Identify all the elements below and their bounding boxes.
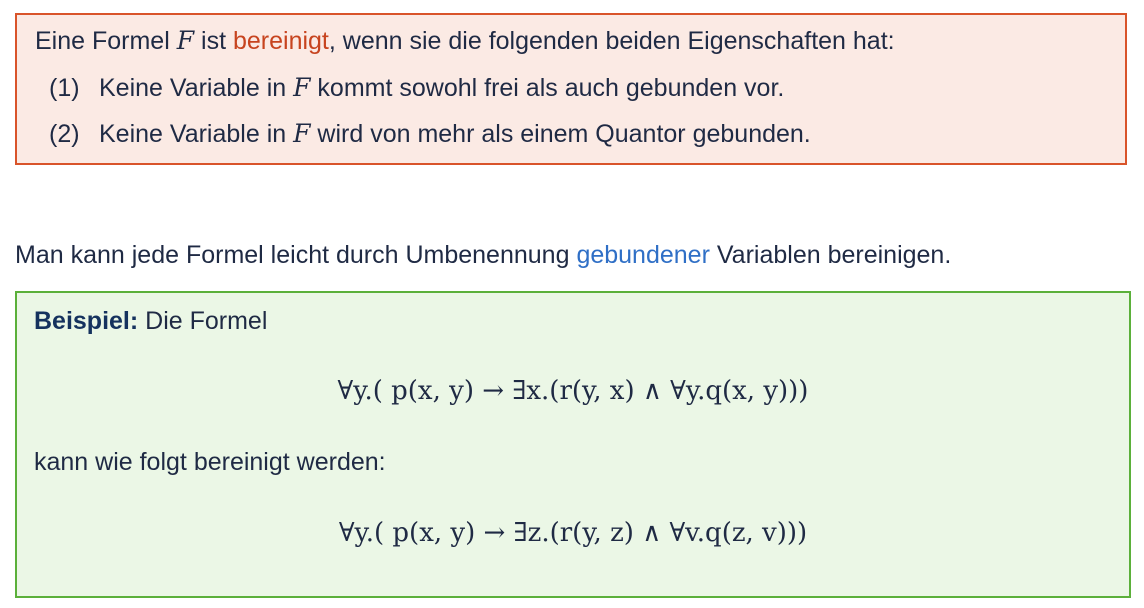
example-box: Beispiel: Die Formel ∀y.( p(x, y) → ∃x.(… [15,291,1131,598]
definition-term: bereinigt [232,27,329,55]
renaming-statement: Man kann jede Formel leicht durch Umbene… [15,240,951,270]
item-text-suffix: wird von mehr als einem Quantor gebunden… [310,120,811,148]
example-middle-text: kann wie folgt bereinigt werden: [34,448,386,476]
item-text-prefix: Keine Variable in [99,120,294,148]
definition-intro-suffix: , wenn sie die folgenden beiden Eigensch… [328,27,895,55]
formula-variable: F [293,73,311,102]
example-label: Beispiel: [34,307,139,335]
definition-item-2: (2) Keine Variable in F wird von mehr als… [49,119,811,149]
definition-intro-prefix: Eine Formel [35,27,177,55]
formula-variable: F [293,119,311,148]
item-number: (2) [49,120,80,148]
item-text-suffix: kommt sowohl frei als auch gebunden vor. [310,74,785,102]
renaming-suffix: Variablen bereinigen. [709,241,952,269]
item-number: (1) [49,74,80,102]
definition-item-1: (1) Keine Variable in F kommt sowohl frei… [49,73,784,103]
formula-cleaned: ∀y.( p(x, y) → ∃z.(r(y, z) ∧ ∀v.q(z, v))… [338,518,808,548]
example-intro: Beispiel: Die Formel [34,306,267,336]
definition-intro: Eine Formel F ist bereinigt, wenn sie di… [35,26,895,56]
definition-box: Eine Formel F ist bereinigt, wenn sie di… [15,13,1127,165]
formula-variable: F [176,26,195,55]
definition-intro-mid: ist [194,27,233,55]
renaming-prefix: Man kann jede Formel leicht durch Umbene… [15,241,577,269]
example-intro-text: Die Formel [138,307,268,335]
formula-original: ∀y.( p(x, y) → ∃x.(r(y, x) ∧ ∀y.q(x, y))… [337,376,809,406]
item-text-prefix: Keine Variable in [99,74,294,102]
renaming-term: gebundener [576,241,710,269]
